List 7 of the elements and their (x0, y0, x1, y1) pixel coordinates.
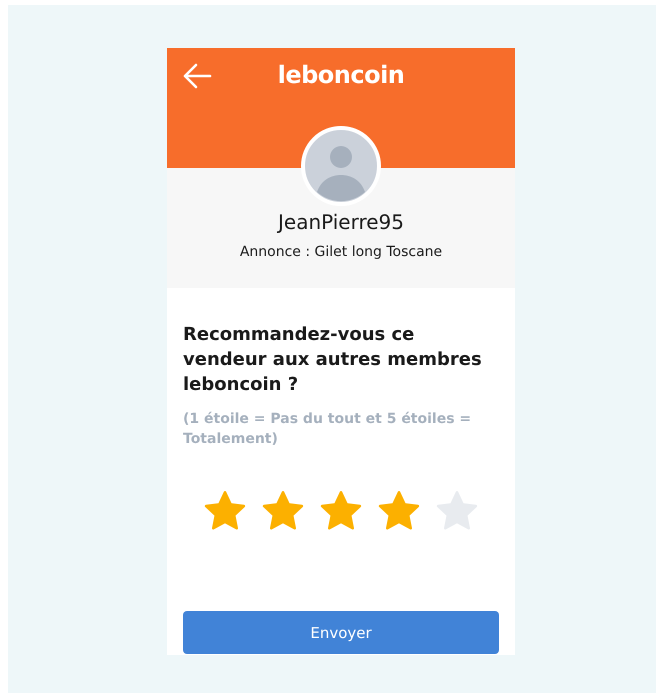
username: JeanPierre95 (278, 210, 404, 234)
listing-title: Annonce : Gilet long Toscane (240, 244, 442, 260)
logo: leboncoin (278, 61, 404, 91)
hint-text: (1 étoile = Pas du tout et 5 étoiles = Totalement) (183, 410, 472, 449)
question-text: Recommandez-vous ce vendeur aux autres membres leboncoin ? (183, 323, 483, 397)
send-button[interactable]: Envoyer (183, 611, 499, 654)
back-arrow-icon[interactable] (182, 63, 212, 89)
